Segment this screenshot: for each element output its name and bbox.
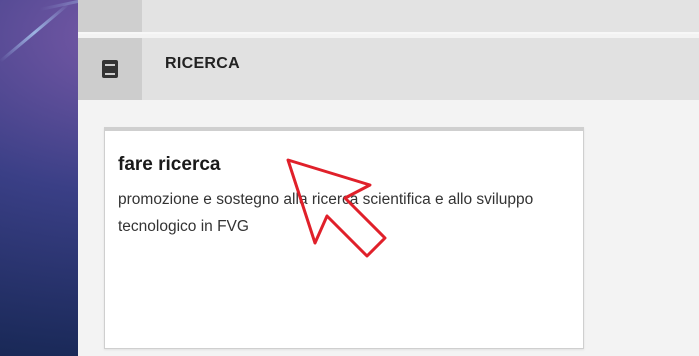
card-description: promozione e sostegno alla ricerca scien… — [118, 191, 534, 235]
section-icon-box — [78, 38, 142, 100]
card-title[interactable]: fare ricerca — [118, 154, 220, 176]
top-strip — [78, 0, 699, 34]
section-title: RICERCA — [165, 55, 240, 72]
top-strip-left — [78, 0, 142, 32]
book-icon — [102, 60, 118, 78]
background-light-streak — [0, 2, 70, 63]
